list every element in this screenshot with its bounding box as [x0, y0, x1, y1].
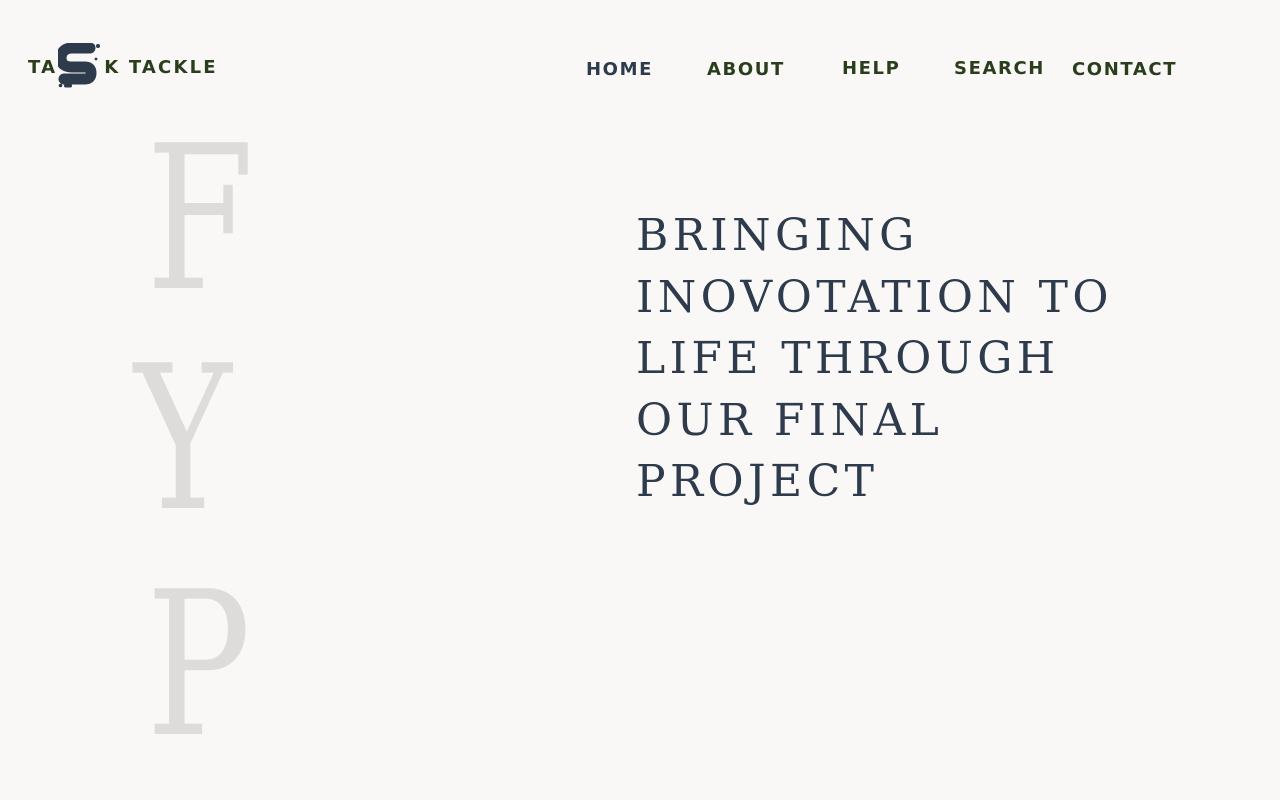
hero-headline: BRINGING INOVOTATION TO LIFE THROUGH OUR… [636, 205, 1196, 513]
nav-about[interactable]: ABOUT [707, 57, 785, 83]
watermark-letter-p: P [146, 549, 251, 782]
watermark-letter-f: F [146, 103, 255, 336]
nav-contact[interactable]: CONTACT [1072, 57, 1177, 83]
headline-line: PROJECT [636, 456, 879, 507]
nav-home[interactable]: HOME [586, 57, 653, 83]
headline-line: INOVOTATION TO [636, 271, 1113, 323]
nav-help[interactable]: HELP [842, 56, 900, 82]
headline-line: LIFE THROUGH [636, 333, 1060, 384]
main-nav: HOME ABOUT HELP SEARCH CONTACT [0, 56, 1280, 82]
nav-search[interactable]: SEARCH [954, 56, 1045, 82]
headline-line: OUR FINAL [636, 394, 944, 446]
headline-line: BRINGING [636, 210, 919, 261]
watermark-letter-y: Y [134, 323, 232, 556]
